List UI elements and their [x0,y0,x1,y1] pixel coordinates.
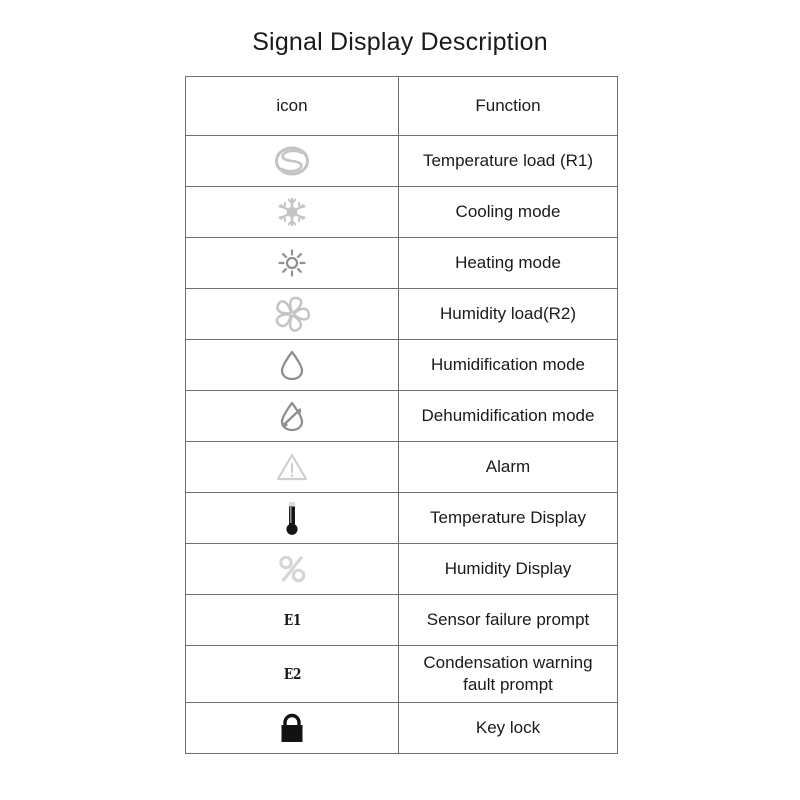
function-cell: Cooling mode [398,186,618,238]
table-row: Cooling mode [185,186,618,238]
function-label: Cooling mode [455,202,561,222]
table-row: E2 Condensation warning fault prompt [185,645,618,703]
icon-cell: E1 [185,594,399,646]
table-row: E1 Sensor failure prompt [185,594,618,646]
function-label: Temperature Display [430,508,586,528]
icon-cell [185,237,399,289]
header-cell-icon: icon [185,76,399,136]
function-cell: Heating mode [398,237,618,289]
function-cell: Humidity Display [398,543,618,595]
document-page: Signal Display Description icon Function [0,0,800,800]
function-cell: Temperature load (R1) [398,135,618,187]
function-label-line1: Condensation warning [423,653,593,673]
icon-cell: E2 [185,645,399,703]
function-cell: Alarm [398,441,618,493]
function-cell: Condensation warning fault prompt [398,645,618,703]
function-label: Sensor failure prompt [426,610,590,630]
table-row: Alarm [185,441,618,493]
table-row: Temperature Display [185,492,618,544]
table-row: Dehumidification mode [185,390,618,442]
function-label: Alarm [485,457,531,477]
function-cell: Sensor failure prompt [398,594,618,646]
droplet-slash-icon [277,399,307,433]
icon-cell [185,702,399,754]
table-row: Humidification mode [185,339,618,391]
header-cell-function: Function [398,76,618,136]
function-cell: Dehumidification mode [398,390,618,442]
icon-cell [185,339,399,391]
icon-cell [185,441,399,493]
header-label-icon: icon [276,96,308,115]
lock-icon [276,710,308,746]
table-row: Humidity Display [185,543,618,595]
icon-cell [185,543,399,595]
snowflake-icon [274,194,310,230]
icon-cell [185,492,399,544]
function-label: Dehumidification mode [421,406,595,426]
function-label: Temperature load (R1) [422,151,594,171]
temperature-load-coil-icon [271,144,313,178]
icon-cell [185,186,399,238]
table-row: Key lock [185,702,618,754]
thermometer-icon [283,498,301,538]
function-label: Humidity Display [444,559,572,579]
icon-cell [185,135,399,187]
function-label: Humidity load(R2) [439,304,577,324]
table-row: Humidity load(R2) [185,288,618,340]
function-label: Humidification mode [430,355,585,375]
table-row: Heating mode [185,237,618,289]
table-header-row: icon Function [185,76,618,136]
function-label: Key lock [475,718,541,738]
function-label: Condensation warning fault prompt [399,652,617,696]
table-row: Temperature load (R1) [185,135,618,187]
icon-cell [185,288,399,340]
fan-propeller-icon [270,294,314,334]
function-cell: Key lock [398,702,618,754]
sun-icon [277,248,307,278]
water-droplet-icon [277,348,307,382]
function-label-line2: fault prompt [463,675,553,694]
warning-triangle-icon [275,451,309,483]
page-title: Signal Display Description [252,28,548,56]
signal-display-table: icon Function Temperature load (R1) Cool… [185,76,618,754]
function-label: Heating mode [455,253,561,273]
function-cell: Humidity load(R2) [398,288,618,340]
function-cell: Humidification mode [398,339,618,391]
header-label-function: Function [475,96,541,115]
function-cell: Temperature Display [398,492,618,544]
percent-icon [276,552,308,586]
icon-cell [185,390,399,442]
